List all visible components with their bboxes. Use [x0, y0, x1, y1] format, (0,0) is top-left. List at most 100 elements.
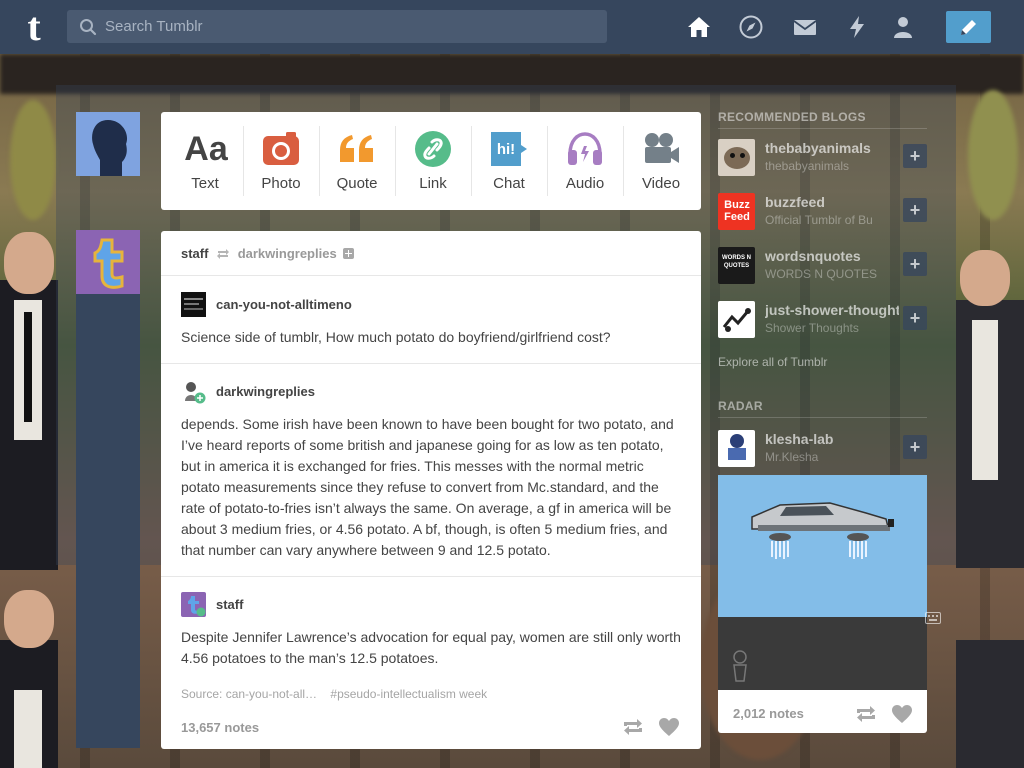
compose-post-button[interactable] — [946, 11, 991, 43]
flying-car-illustration — [751, 502, 894, 559]
blog-name[interactable]: just-shower-thoughts — [765, 302, 899, 318]
tumblr-logo[interactable]: t — [18, 7, 50, 47]
trail-avatar-can-you-not[interactable] — [181, 292, 206, 317]
blog-subtitle: Shower Thoughts — [765, 321, 859, 335]
tumblr-t-logo-icon — [76, 230, 140, 294]
search-icon — [80, 19, 97, 36]
video-camera-icon — [645, 133, 679, 163]
radar-post-image[interactable] — [718, 475, 927, 617]
recommended-blogs-header: RECOMMENDED BLOGS — [718, 110, 866, 124]
sidebar-divider — [718, 128, 927, 129]
like-heart-icon[interactable] — [658, 717, 680, 737]
compose-video-label: Video — [641, 175, 681, 192]
notes-count[interactable]: 13,657 notes — [181, 720, 259, 735]
compose-photo-button[interactable]: Photo — [243, 112, 319, 210]
like-heart-icon[interactable] — [891, 704, 913, 724]
default-avatar-silhouette-icon — [76, 112, 140, 176]
compose-audio-button[interactable]: Audio — [547, 112, 623, 210]
reblog-icon — [217, 249, 230, 259]
follow-plus-button[interactable]: + — [903, 306, 927, 330]
blog-subtitle: Official Tumblr of Bu — [765, 213, 873, 227]
radar-blog-item[interactable]: klesha-lab Mr.Klesha + — [718, 430, 927, 470]
search-box[interactable] — [67, 10, 607, 43]
compose-quote-label: Quote — [336, 175, 378, 192]
inbox-mail-icon[interactable] — [792, 14, 818, 40]
blog-name[interactable]: wordsnquotes — [765, 248, 899, 264]
radar-post-image-bottom — [718, 617, 927, 690]
follow-plus-button[interactable]: + — [903, 198, 927, 222]
trail-avatar-darkwingreplies[interactable] — [181, 379, 206, 404]
recommended-blog-item[interactable]: WORDS N QUOTES wordsnquotes WORDS N QUOT… — [718, 247, 927, 287]
sidebar-divider — [718, 417, 927, 418]
explore-compass-icon[interactable] — [738, 14, 764, 40]
trail-author-name[interactable]: staff — [216, 597, 243, 612]
headphones-icon — [568, 132, 602, 165]
compose-link-button[interactable]: Link — [395, 112, 471, 210]
compose-text-button[interactable]: Aa Text — [167, 112, 243, 210]
trail-text: Science side of tumblr, How much potato … — [181, 329, 611, 345]
blog-avatar — [718, 301, 755, 338]
blog-name[interactable]: thebabyanimals — [765, 140, 899, 156]
link-icon — [415, 131, 451, 167]
reblog-icon[interactable] — [622, 717, 644, 737]
recommended-blog-item[interactable]: thebabyanimals thebabyanimals + — [718, 139, 927, 179]
compose-quote-button[interactable]: Quote — [319, 112, 395, 210]
post-tag[interactable]: #pseudo-intellectualism week — [330, 687, 487, 701]
compose-photo-label: Photo — [261, 175, 301, 192]
reblogger-name[interactable]: staff — [181, 246, 208, 261]
post-divider — [161, 576, 701, 577]
keyboard-shortcuts-icon[interactable] — [925, 612, 941, 624]
quote-icon — [340, 135, 373, 162]
dashboard-post: staff darkwingreplies can-you-not-alltim… — [161, 231, 701, 749]
blog-avatar — [718, 430, 755, 467]
compose-video-button[interactable]: Video — [623, 112, 699, 210]
radar-post-card[interactable]: 2,012 notes — [718, 475, 927, 733]
blog-name[interactable]: buzzfeed — [765, 194, 899, 210]
trail-avatar-staff[interactable] — [181, 592, 206, 617]
post-divider — [161, 363, 701, 364]
camera-icon — [263, 132, 299, 165]
radar-notes-count[interactable]: 2,012 notes — [733, 706, 804, 721]
top-navigation-bar: t — [0, 0, 1024, 54]
explore-all-link[interactable]: Explore all of Tumblr — [718, 355, 827, 369]
blog-subtitle: thebabyanimals — [765, 159, 850, 173]
wordsnquotes-logo: WORDS N QUOTES — [718, 247, 755, 284]
post-source-line: Source: can-you-not-all… #pseudo-intelle… — [181, 687, 487, 701]
pencil-icon — [961, 20, 976, 35]
trail-text: depends. Some irish have been known to h… — [181, 416, 674, 558]
reblogged-from-name[interactable]: darkwingreplies — [238, 246, 337, 261]
compose-chat-label: Chat — [493, 175, 525, 192]
follow-plus-button[interactable]: + — [903, 435, 927, 459]
character-sketch-icon — [733, 650, 747, 682]
post-header: staff darkwingreplies — [181, 246, 355, 261]
activity-lightning-icon[interactable] — [844, 14, 870, 40]
source-link[interactable]: Source: can-you-not-all… — [181, 687, 317, 701]
post-composer: Aa Text Photo Quote Link hi! Chat Audio … — [161, 112, 701, 210]
account-person-icon[interactable] — [890, 14, 916, 40]
trail-author-name[interactable]: can-you-not-alltimeno — [216, 297, 352, 312]
blog-name[interactable]: klesha-lab — [765, 431, 899, 447]
home-icon[interactable] — [686, 14, 712, 40]
staff-blog-avatar[interactable] — [76, 230, 140, 294]
post-avatar-column — [76, 294, 140, 748]
compose-link-label: Link — [419, 175, 447, 192]
reblog-icon[interactable] — [855, 704, 877, 724]
compose-chat-button[interactable]: hi! Chat — [471, 112, 547, 210]
trail-author-name[interactable]: darkwingreplies — [216, 384, 315, 399]
svg-text:hi!: hi! — [497, 141, 515, 158]
chat-icon: hi! — [491, 132, 527, 166]
buzzfeed-logo: Buzz Feed — [718, 193, 755, 230]
follow-plus-icon[interactable] — [343, 248, 355, 259]
compose-audio-label: Audio — [565, 175, 605, 192]
follow-plus-button[interactable]: + — [903, 144, 927, 168]
search-input[interactable] — [105, 10, 595, 43]
user-avatar[interactable] — [76, 112, 140, 176]
trail-text: Despite Jennifer Lawrence’s advocation f… — [181, 629, 681, 666]
post-divider — [161, 275, 701, 276]
text-icon: Aa — [184, 130, 228, 168]
recommended-blog-item[interactable]: just-shower-thoughts Shower Thoughts + — [718, 301, 927, 341]
blog-avatar — [718, 139, 755, 176]
blog-subtitle: Mr.Klesha — [765, 450, 819, 464]
follow-plus-button[interactable]: + — [903, 252, 927, 276]
recommended-blog-item[interactable]: Buzz Feed buzzfeed Official Tumblr of Bu… — [718, 193, 927, 233]
